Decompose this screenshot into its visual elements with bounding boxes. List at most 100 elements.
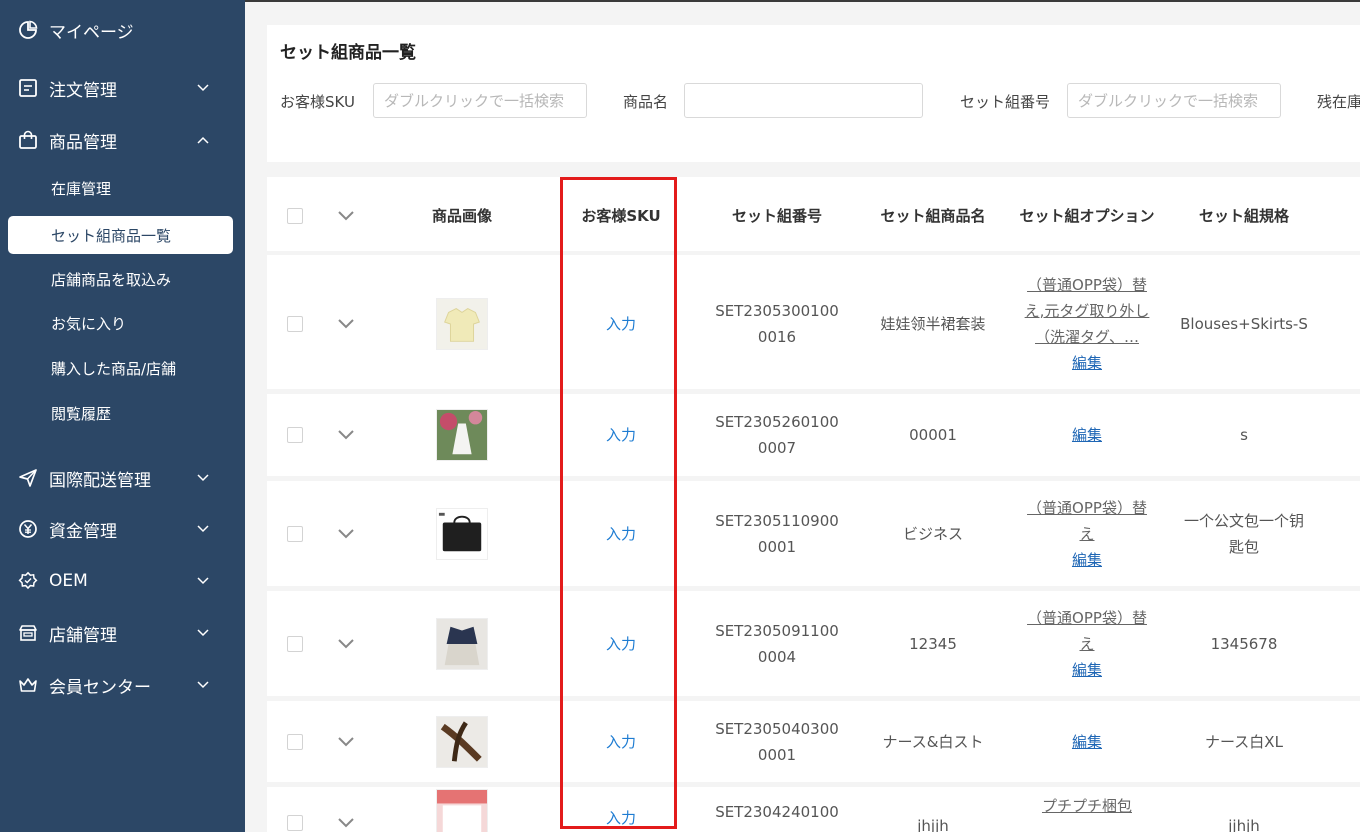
header-set-number: セット組番号 [731,207,822,225]
set-spec-cell: jjhjh [1228,817,1260,832]
pie-chart-icon [17,19,39,41]
sub-import-store-products[interactable]: 店舗商品を取込み [8,260,233,298]
nav-order-management[interactable]: 注文管理 [0,68,245,108]
chevron-down-icon [196,678,210,692]
table-row: 入力 SET23053001000016 娃娃领半裙套装 （普通OPP袋）替え,… [267,259,1360,394]
select-all-checkbox[interactable] [287,208,303,224]
chevron-down-icon[interactable] [336,816,356,830]
row-checkbox[interactable] [287,525,303,542]
nav-member-center[interactable]: 会員センター [0,665,245,705]
sub-set-product-list[interactable]: セット組商品一覧 [8,216,233,254]
edit-option-link[interactable]: 編集 [1072,547,1102,573]
set-spec-cell: s [1240,426,1248,444]
sub-purchased-products-label: 購入した商品/店舗 [51,359,177,378]
sku-input-link[interactable]: 入力 [606,422,636,448]
remaining-stock-label: 残在庫 [1317,93,1360,111]
set-number-cell: SET23050911000004 [715,621,839,666]
chevron-down-icon [196,574,210,588]
set-option-text[interactable]: （普通OPP袋）替え [1023,605,1151,657]
sku-input-link[interactable]: 入力 [606,805,636,831]
nav-product-management[interactable]: 商品管理 [0,120,245,160]
row-checkbox[interactable] [287,815,303,831]
set-number-label: セット組番号 [960,93,1051,111]
sub-inventory-management-label: 在庫管理 [51,179,112,198]
nav-store-management-label: 店舗管理 [49,625,117,646]
set-name-cell: 12345 [909,634,957,653]
sub-favorites-label: お気に入り [51,314,127,333]
set-option-text[interactable]: （普通OPP袋）替え [1023,495,1151,547]
sku-input-link[interactable]: 入力 [606,729,636,755]
edit-option-link[interactable]: 編集 [1072,422,1102,448]
set-products-table: 商品画像 お客様SKU セット組番号 セット組商品名 セット組オプション セット… [267,177,1360,832]
sub-purchased-products[interactable]: 購入した商品/店舗 [8,349,233,387]
header-set-name: セット組商品名 [880,207,986,225]
set-name-cell: ビジネス [902,524,963,543]
nav-order-management-label: 注文管理 [49,80,117,101]
edit-option-link[interactable]: 編集 [1072,657,1102,683]
chevron-down-icon[interactable] [336,428,356,442]
set-number-cell: SET23052601000007 [715,413,839,457]
nav-international-shipping-label: 国際配送管理 [49,470,151,491]
sku-input-link[interactable]: 入力 [606,311,636,337]
set-option-text[interactable]: プチプチ梱包 [1042,793,1132,819]
row-checkbox[interactable] [287,427,303,443]
nav-store-management[interactable]: 店舗管理 [0,613,245,653]
nav-fund-management[interactable]: 資金管理 [0,509,245,549]
table-row: 入力 SET2304240100 jhjjh プチプチ梱包 jjhjh [267,787,1360,832]
chevron-down-icon [196,81,210,95]
product-name-input[interactable] [684,83,923,118]
chevron-down-icon[interactable] [336,527,356,541]
expand-all-icon[interactable] [336,209,356,223]
set-number-cell: SET23053001000016 [715,302,839,346]
sub-favorites[interactable]: お気に入り [8,304,233,342]
row-checkbox[interactable] [287,635,303,652]
chevron-down-icon [196,471,210,485]
header-product-image: 商品画像 [431,207,492,225]
chevron-down-icon[interactable] [336,637,356,651]
nav-member-center-label: 会員センター [49,677,151,698]
header-customer-sku: お客様SKU [581,207,661,225]
sku-input-link[interactable]: 入力 [606,631,636,657]
set-spec-cell: 一个公文包一个钥匙包 [1183,511,1304,556]
store-icon [17,622,39,644]
sub-inventory-management[interactable]: 在庫管理 [8,169,233,207]
paper-plane-icon [17,467,39,489]
row-checkbox[interactable] [287,733,303,750]
nav-my-page-label: マイページ [49,22,134,43]
set-spec-cell: Blouses+Skirts-S [1180,315,1308,333]
sidebar: マイページ 注文管理 商品管理 在庫管理 セット組商品一覧 店舗商品を取込み お… [0,0,245,832]
table-row: 入力 SET23052601000007 00001 編集 s [267,394,1360,481]
table-header: 商品画像 お客様SKU セット組番号 セット組商品名 セット組オプション セット… [267,177,1360,255]
edit-option-link[interactable]: 編集 [1072,350,1102,376]
set-name-cell: 娃娃领半裙套装 [880,315,986,333]
table-row: 入力 SET23051109000001 ビジネス （普通OPP袋）替え 編集 … [267,481,1360,591]
nav-oem[interactable]: OEM [0,561,245,601]
product-thumbnail [436,409,488,461]
row-checkbox[interactable] [287,316,303,332]
set-number-cell: SET2304240100 [715,803,839,821]
sku-input-link[interactable]: 入力 [606,521,636,547]
set-number-cell: SET23050403000001 [715,719,839,764]
filter-panel: セット組商品一覧 お客様SKU 商品名 セット組番号 残在庫 [267,25,1360,162]
set-name-cell: 00001 [909,426,957,444]
edit-option-link[interactable]: 編集 [1072,729,1102,755]
header-set-option: セット組オプション [1019,207,1155,225]
chevron-down-icon[interactable] [336,735,356,749]
chevron-up-icon [196,133,210,147]
nav-international-shipping[interactable]: 国際配送管理 [0,458,245,498]
chevron-down-icon[interactable] [336,317,356,331]
product-thumbnail [436,507,488,560]
product-thumbnail [436,715,488,768]
crown-icon [17,674,39,696]
sku-filter-label: お客様SKU [280,93,355,111]
sku-filter-input[interactable] [373,83,587,118]
sub-browsing-history[interactable]: 閲覧履歴 [8,394,233,432]
set-option-text[interactable]: （普通OPP袋）替え,元タグ取り外し（洗濯タグ、… [1023,272,1151,350]
header-set-spec: セット組規格 [1198,207,1289,225]
product-thumbnail [436,617,488,670]
product-name-label: 商品名 [623,93,669,111]
chevron-down-icon [196,522,210,536]
nav-my-page[interactable]: マイページ [0,10,245,50]
set-number-input[interactable] [1067,83,1281,118]
nav-fund-management-label: 資金管理 [49,521,117,542]
